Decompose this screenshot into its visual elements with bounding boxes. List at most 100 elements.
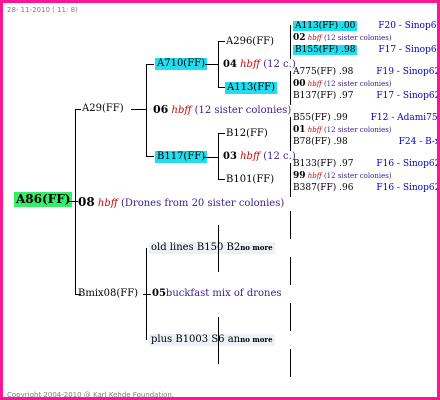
connector xyxy=(218,133,225,134)
connector xyxy=(218,133,219,180)
b101-node[interactable]: B101(FF) xyxy=(226,174,274,186)
note: (12 c.) xyxy=(263,151,296,162)
marker: hbff xyxy=(307,34,322,42)
note: (Drones from 20 sister colonies) xyxy=(121,198,285,209)
connector xyxy=(218,317,219,364)
leaf-name[interactable]: B387(FF) .96 xyxy=(293,183,353,193)
connector xyxy=(290,349,291,377)
gen-number: 03 xyxy=(223,151,237,162)
date-stamp: 28- 11-2010 ( 11: 8) xyxy=(7,6,78,14)
leaf-name[interactable]: B155(FF) .98 xyxy=(293,45,358,55)
leaf-row: B133(FF) .97 F16 - Sinop62R xyxy=(293,158,440,170)
note: (12 sister colonies) xyxy=(194,105,292,116)
leaf-row: 01 hbff (12 sister colonies) xyxy=(293,124,392,136)
marker: hbff xyxy=(240,151,261,162)
a710-drones-info: 04 hbff (12 c.) xyxy=(223,59,296,71)
connector xyxy=(290,303,291,331)
watermark xyxy=(90,151,135,237)
marker: hbff xyxy=(307,126,322,134)
leaf-tag: F17 - Sinop62R xyxy=(378,45,437,55)
root-drones-info: 08 hbff (Drones from 20 sister colonies) xyxy=(78,196,284,210)
connector xyxy=(146,156,154,157)
b12-node[interactable]: B12(FF) xyxy=(226,128,268,140)
gen-number: 01 xyxy=(293,125,306,135)
a296-node[interactable]: A296(FF) xyxy=(226,36,274,48)
drone-line-1: old lines B150 B2no more xyxy=(149,242,275,254)
connector xyxy=(68,201,78,202)
leaf-name[interactable]: B78(FF) .98 xyxy=(293,137,348,147)
gen-number: 06 xyxy=(153,103,169,116)
leaf-tag: F19 - Sinop62R xyxy=(376,67,440,77)
connector xyxy=(131,109,147,110)
note: buckfast mix of drones xyxy=(165,288,282,299)
marker: hbff xyxy=(307,80,322,88)
connector xyxy=(218,225,219,272)
gen-number: 05 xyxy=(152,288,166,299)
note: (12 sister colonies) xyxy=(323,34,392,42)
connector xyxy=(290,71,291,105)
note: (12 sister colonies) xyxy=(323,126,392,134)
note: (12 sister colonies) xyxy=(323,172,392,180)
gen-number: 02 xyxy=(293,33,306,43)
connector xyxy=(143,294,151,295)
leaf-row: 99 hbff (12 sister colonies) xyxy=(293,170,392,182)
leaf-row: B387(FF) .96 F16 - Sinop62R xyxy=(293,182,440,194)
note: (12 sister colonies) xyxy=(323,80,392,88)
leaf-name[interactable]: A113(FF) .00 xyxy=(293,21,358,31)
connector xyxy=(290,25,291,59)
leaf-name[interactable]: B55(FF) .99 xyxy=(293,113,348,123)
root-node[interactable]: A86(FF) xyxy=(14,192,73,207)
drone-line-2: plus B1003 S6 anno more xyxy=(149,334,275,346)
leaf-tag: F24 - B-xx43 xyxy=(398,137,440,147)
no-more: no more xyxy=(240,335,273,344)
connector xyxy=(75,109,76,295)
connector xyxy=(146,64,154,65)
leaf-name[interactable]: A775(FF) .98 xyxy=(293,67,353,77)
leaf-row: 02 hbff (12 sister colonies) xyxy=(293,32,392,44)
connector xyxy=(290,117,291,151)
gen-number: 08 xyxy=(78,195,95,209)
marker: hbff xyxy=(171,105,192,116)
line-text: plus B1003 S6 an xyxy=(151,334,241,345)
leaf-row: B55(FF) .99 F12 - Adami75R xyxy=(293,112,440,124)
leaf-row: B137(FF) .97 F17 - Sinop62R xyxy=(293,90,437,102)
connector xyxy=(290,211,291,239)
leaf-row: B78(FF) .98 F24 - B-xx43 xyxy=(293,136,440,148)
a710-node[interactable]: A710(FF) xyxy=(155,58,207,70)
connector xyxy=(218,41,225,42)
connector xyxy=(218,41,219,88)
gen-number: 00 xyxy=(293,79,306,89)
connector xyxy=(75,109,81,110)
no-more: no more xyxy=(240,243,273,252)
leaf-row: 00 hbff (12 sister colonies) xyxy=(293,78,392,90)
leaf-name[interactable]: B133(FF) .97 xyxy=(293,159,353,169)
line-text: old lines B150 B2 xyxy=(151,242,241,253)
leaf-name[interactable]: B137(FF) .97 xyxy=(293,91,353,101)
leaf-tag: F16 - Sinop62R xyxy=(376,183,440,193)
leaf-row: B155(FF) .98 F17 - Sinop62R xyxy=(293,44,437,56)
note: (12 c.) xyxy=(263,59,296,70)
connector xyxy=(203,157,219,158)
connector xyxy=(205,64,219,65)
connector xyxy=(290,163,291,197)
b117-node[interactable]: B117(FF) xyxy=(155,151,208,163)
leaf-row: A113(FF) .00 F20 - Sinop62R xyxy=(293,20,437,32)
queen-node[interactable]: A29(FF) xyxy=(82,103,124,115)
connector xyxy=(218,87,225,88)
gen-number: 99 xyxy=(293,171,306,181)
marker: hbff xyxy=(97,198,118,209)
b117-drones-info: 03 hbff (12 c.) xyxy=(223,151,296,163)
a113-node[interactable]: A113(FF) xyxy=(225,82,277,94)
drone-info: 05buckfast mix of drones xyxy=(152,288,282,300)
leaf-row: A775(FF) .98 F19 - Sinop62R xyxy=(293,66,440,78)
connector xyxy=(290,257,291,285)
connector xyxy=(146,64,147,157)
pedigree-frame: 28- 11-2010 ( 11: 8) Copyright 2004-2010… xyxy=(0,0,440,400)
gen-number: 04 xyxy=(223,59,237,70)
leaf-tag: F20 - Sinop62R xyxy=(378,21,437,31)
copyright: Copyright 2004-2010 @ Karl Kehde Foundat… xyxy=(7,391,175,399)
leaf-tag: F16 - Sinop62R xyxy=(376,159,440,169)
drone-node[interactable]: Bmix08(FF) xyxy=(78,288,138,300)
marker: hbff xyxy=(307,172,322,180)
leaf-tag: F12 - Adami75R xyxy=(370,113,440,123)
